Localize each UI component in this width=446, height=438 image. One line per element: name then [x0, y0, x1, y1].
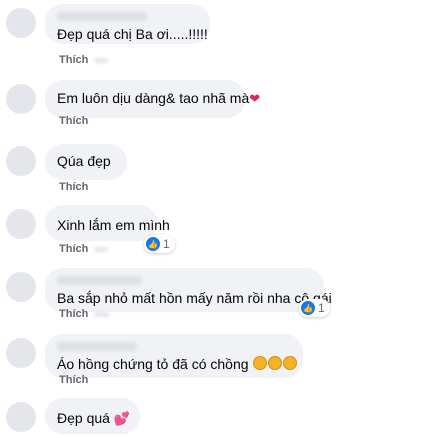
avatar[interactable]	[6, 402, 36, 432]
comment-bubble: Xinh lắm em mình	[45, 205, 170, 241]
comment-text: Em luôn dịu dàng& tao nhã mà	[57, 90, 250, 106]
reaction-count: 1	[318, 301, 325, 315]
reaction-count: 1	[163, 237, 170, 251]
blurred-timestamp	[94, 312, 110, 317]
comment-bubble: Áo hồng chứng tỏ đã có chồng	[45, 334, 303, 378]
blurred-timestamp	[94, 58, 108, 63]
blurred-commenter-name	[57, 12, 147, 21]
comment-text: Đẹp quá chị Ba ơi.....!!!!!	[57, 26, 208, 42]
like-action-link[interactable]: Thích	[59, 243, 88, 255]
comment-text: Ba sắp nhỏ mất hồn mấy năm rồi nha cô gá…	[57, 290, 332, 306]
two-hearts-icon: 💕	[113, 411, 131, 426]
avatar[interactable]	[6, 209, 36, 239]
avatar[interactable]	[6, 146, 36, 176]
comment-text: Xinh lắm em mình	[57, 217, 170, 233]
reaction-badge[interactable]: 👍 1	[299, 299, 330, 317]
like-action-link[interactable]: Thích	[59, 54, 88, 66]
comment-text: Áo hồng chứng tỏ đã có chồng	[57, 356, 249, 372]
laughing-face-icon	[253, 356, 268, 370]
avatar[interactable]	[6, 338, 36, 368]
like-action-link[interactable]: Thích	[59, 181, 88, 193]
like-action-link[interactable]: Thích	[59, 115, 88, 127]
avatar[interactable]	[6, 8, 36, 38]
like-reaction-icon: 👍	[146, 237, 160, 251]
avatar[interactable]	[6, 272, 36, 302]
comment-bubble: Qúa đẹp	[45, 144, 127, 180]
avatar[interactable]	[6, 84, 36, 114]
laughing-face-icon	[268, 356, 283, 370]
comment-bubble: Đẹp quá chị Ba ơi.....!!!!!	[45, 4, 210, 44]
laughing-face-icon	[283, 356, 298, 370]
comment-text: Đẹp quá	[57, 410, 110, 426]
comment-bubble: Ba sắp nhỏ mất hồn mấy năm rồi nha cô gá…	[45, 268, 332, 312]
like-action-link[interactable]: Thích	[59, 374, 88, 386]
comment-bubble: Đẹp quá 💕	[45, 398, 140, 434]
like-action-link[interactable]: Thích	[59, 308, 88, 320]
blurred-commenter-name	[57, 276, 142, 285]
reaction-badge[interactable]: 👍 1	[144, 235, 175, 253]
blurred-timestamp	[94, 247, 108, 252]
blurred-commenter-name	[57, 342, 137, 351]
heart-icon: ❤	[249, 91, 261, 106]
like-reaction-icon: 👍	[301, 301, 315, 315]
comment-bubble: Em luôn dịu dàng& tao nhã mà❤	[45, 80, 260, 118]
comment-text: Qúa đẹp	[57, 153, 111, 169]
